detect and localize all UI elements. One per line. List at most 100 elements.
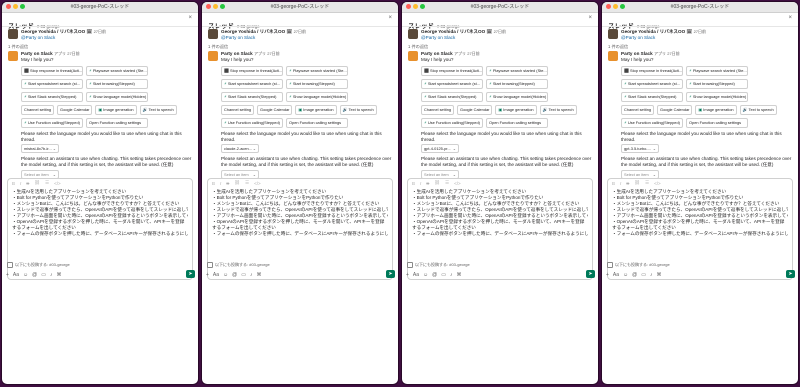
italic-icon[interactable]: I (220, 181, 221, 186)
shortcut-icon[interactable]: ⌘ (56, 272, 61, 278)
italic-icon[interactable]: I (420, 181, 421, 186)
bold-icon[interactable]: B (12, 181, 15, 186)
action-button[interactable]: Open Function calling settings (286, 118, 348, 129)
message-time[interactable]: 27日前 (94, 29, 106, 34)
also-send-checkbox[interactable] (407, 262, 413, 268)
shortcut-icon[interactable]: ⌘ (456, 272, 461, 278)
action-button[interactable]: Channel setting (621, 105, 655, 116)
action-button[interactable]: ⚡ Start spreadsheet search (st... (221, 79, 283, 90)
composer-text[interactable]: ・生成AIを活用したアプリケーションを考えてください ・Bolt for Pyth… (8, 187, 192, 239)
plus-icon[interactable]: + (206, 272, 209, 278)
message-time[interactable]: 27日前 (694, 29, 706, 34)
avatar[interactable] (208, 29, 218, 39)
bot-avatar[interactable] (408, 51, 418, 61)
also-send-option[interactable]: 以下にも投稿する: #03-george (407, 262, 470, 268)
code-icon[interactable]: </> (454, 181, 461, 186)
link-icon[interactable]: ⛓ (634, 180, 640, 186)
close-icon[interactable]: × (588, 15, 592, 21)
action-button[interactable]: ⚡ Start spreadsheet search (st... (421, 79, 483, 90)
italic-icon[interactable]: I (20, 181, 21, 186)
code-icon[interactable]: </> (54, 181, 61, 186)
action-button[interactable]: ⚡ Start Slack search(Stepped) (21, 92, 83, 103)
action-button[interactable]: 🔊 Text to speech (539, 105, 577, 116)
action-button[interactable]: Channel setting (21, 105, 55, 116)
send-icon[interactable]: ➤ (586, 270, 595, 278)
also-send-option[interactable]: 以下にも投稿する: #03-george (207, 262, 270, 268)
list-icon[interactable]: ☰ (645, 180, 649, 186)
action-button[interactable]: Google Calendar (457, 105, 493, 116)
message-time[interactable]: 27日前 (67, 51, 79, 56)
action-button[interactable]: Channel setting (221, 105, 255, 116)
send-icon[interactable]: ➤ (386, 270, 395, 278)
action-button[interactable]: Open Function calling settings (86, 118, 148, 129)
mention-link[interactable]: @Party on Slack (621, 35, 655, 40)
also-send-option[interactable]: 以下にも投稿する: #03-george (607, 262, 670, 268)
video-icon[interactable]: ▭ (441, 272, 446, 278)
message-time[interactable]: 27日前 (494, 29, 506, 34)
avatar[interactable] (8, 29, 18, 39)
shortcut-icon[interactable]: ⌘ (256, 272, 261, 278)
action-button[interactable]: Open Function calling settings (686, 118, 748, 129)
mic-icon[interactable]: ♪ (650, 272, 653, 278)
mention-link[interactable]: @Party on Slack (21, 35, 55, 40)
avatar[interactable] (608, 29, 618, 39)
send-icon[interactable]: ➤ (786, 270, 795, 278)
mention-icon[interactable]: @ (432, 272, 437, 278)
action-button[interactable]: ⚡ Playwave search started (Ste... (486, 66, 548, 77)
bot-avatar[interactable] (608, 51, 618, 61)
action-button[interactable]: ▣ Image generation (495, 105, 537, 116)
format-icon[interactable]: Aa (213, 272, 219, 278)
action-button[interactable]: ⬛ Stop response in thread(Acti... (621, 66, 683, 77)
plus-icon[interactable]: + (606, 272, 609, 278)
mention-icon[interactable]: @ (232, 272, 237, 278)
action-button[interactable]: ⚡ Show language model(Hidden) (486, 92, 548, 103)
action-button[interactable]: Google Calendar (57, 105, 93, 116)
bot-avatar[interactable] (8, 51, 18, 61)
action-button[interactable]: ⚡ Show language model(Hidden) (86, 92, 148, 103)
action-button[interactable]: ⚡ Start browsing(Stepped) (486, 79, 548, 90)
list-icon[interactable]: ☰ (45, 180, 49, 186)
close-icon[interactable]: × (188, 15, 192, 21)
mention-icon[interactable]: @ (32, 272, 37, 278)
action-button[interactable]: ⚡ Start spreadsheet search (st... (21, 79, 83, 90)
format-icon[interactable]: Aa (13, 272, 19, 278)
action-button[interactable]: ⚡ Start Slack search(Stepped) (221, 92, 283, 103)
message-time[interactable]: 27日前 (667, 51, 679, 56)
action-button[interactable]: 🔊 Text to speech (739, 105, 777, 116)
bold-icon[interactable]: B (612, 181, 615, 186)
action-button[interactable]: Google Calendar (657, 105, 693, 116)
user-name[interactable]: George Yoshida / リバネスOO (621, 29, 685, 34)
code-icon[interactable]: </> (254, 181, 261, 186)
mic-icon[interactable]: ♪ (250, 272, 253, 278)
message-time[interactable]: 27日前 (267, 51, 279, 56)
emoji-icon[interactable]: ☺ (423, 272, 428, 278)
strike-icon[interactable]: S (426, 181, 429, 186)
plus-icon[interactable]: + (406, 272, 409, 278)
action-button[interactable]: ⚡ Playwave search started (Ste... (686, 66, 748, 77)
plus-icon[interactable]: + (6, 272, 9, 278)
action-button[interactable]: ⚡ Use Function calling(Stepped) (621, 118, 683, 129)
action-button[interactable]: Channel setting (421, 105, 455, 116)
bold-icon[interactable]: B (212, 181, 215, 186)
action-button[interactable]: ⚡ Start browsing(Stepped) (286, 79, 348, 90)
action-button[interactable]: ⬛ Stop response in thread(Acti... (21, 66, 83, 77)
action-button[interactable]: ⚡ Start spreadsheet search (st... (621, 79, 683, 90)
close-icon[interactable]: × (388, 15, 392, 21)
format-icon[interactable]: Aa (413, 272, 419, 278)
emoji-icon[interactable]: ☺ (623, 272, 628, 278)
list-icon[interactable]: ☰ (445, 180, 449, 186)
action-button[interactable]: ⚡ Start Slack search(Stepped) (421, 92, 483, 103)
send-icon[interactable]: ➤ (186, 270, 195, 278)
action-button[interactable]: ⬛ Stop response in thread(Acti... (221, 66, 283, 77)
message-time[interactable]: 27日前 (294, 29, 306, 34)
action-button[interactable]: Open Function calling settings (486, 118, 548, 129)
user-name[interactable]: George Yoshida / リバネスOO (421, 29, 485, 34)
message-time[interactable]: 27日前 (467, 51, 479, 56)
shortcut-icon[interactable]: ⌘ (656, 272, 661, 278)
emoji-icon[interactable]: ☺ (23, 272, 28, 278)
also-send-checkbox[interactable] (607, 262, 613, 268)
user-name[interactable]: George Yoshida / リバネスOO (221, 29, 285, 34)
avatar[interactable] (408, 29, 418, 39)
bold-icon[interactable]: B (412, 181, 415, 186)
strike-icon[interactable]: S (226, 181, 229, 186)
